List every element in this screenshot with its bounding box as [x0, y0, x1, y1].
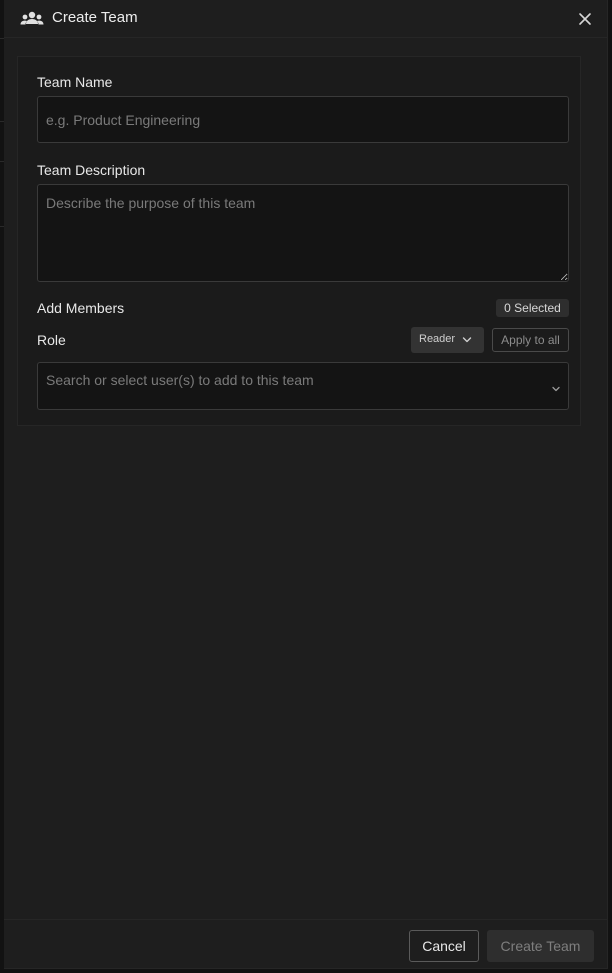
selected-count-badge: 0 Selected: [496, 299, 569, 317]
role-dropdown-value: Reader: [419, 333, 456, 345]
team-name-label: Team Name: [37, 74, 113, 90]
member-search-select[interactable]: Search or select user(s) to add to this …: [37, 362, 569, 410]
dialog-footer: Cancel Create Team: [4, 919, 608, 969]
close-icon[interactable]: [576, 10, 594, 28]
member-search-placeholder: Search or select user(s) to add to this …: [46, 372, 314, 388]
chevron-down-icon: [551, 381, 561, 392]
add-members-label: Add Members: [37, 300, 125, 316]
apply-to-all-button[interactable]: Apply to all: [492, 328, 569, 352]
role-label: Role: [37, 332, 66, 348]
team-icon: [20, 10, 44, 28]
team-description-textarea[interactable]: [37, 184, 569, 282]
team-description-label: Team Description: [37, 162, 146, 178]
dialog-title: Create Team: [52, 9, 138, 26]
chevron-down-icon: [462, 335, 472, 345]
role-dropdown[interactable]: Reader: [411, 327, 484, 353]
create-team-button[interactable]: Create Team: [487, 930, 594, 962]
team-name-input[interactable]: [37, 96, 569, 143]
dialog-header: Create Team: [4, 0, 608, 38]
cancel-button[interactable]: Cancel: [409, 930, 479, 962]
